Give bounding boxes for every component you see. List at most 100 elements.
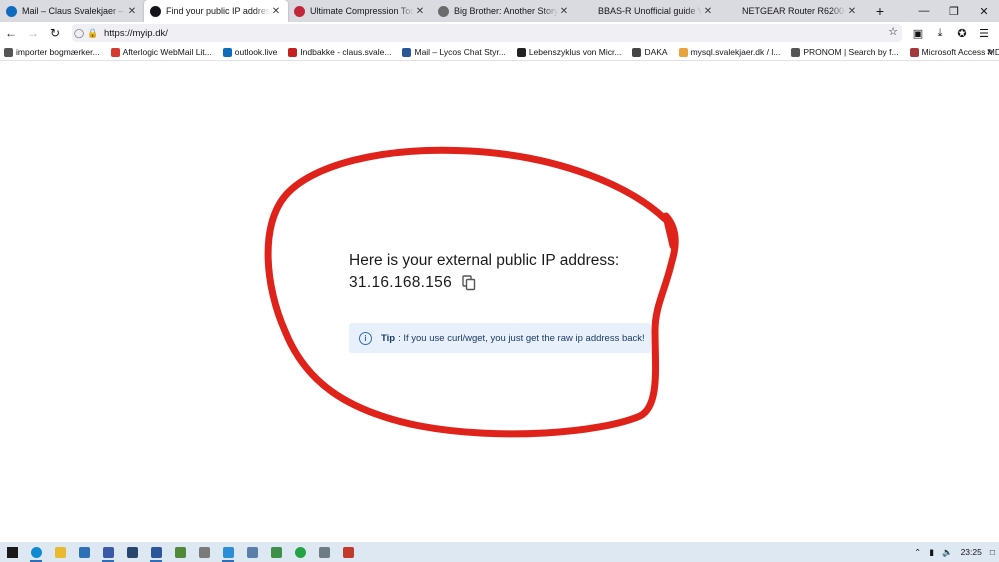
bookmark-label: PRONOM | Search by f... <box>803 47 899 57</box>
shield-icon[interactable]: ◯ <box>72 28 86 39</box>
lock-icon[interactable]: 🔒 <box>86 28 100 39</box>
tab-title: Mail – Claus Svalekjaer – Outlo <box>22 6 126 16</box>
tab-strip: Mail – Claus Svalekjaer – Outlo✕Find you… <box>0 0 999 22</box>
bookmark-item[interactable]: mysql.svalekjaer.dk / l... <box>678 47 781 57</box>
tab-5[interactable]: BBAS-R Unofficial guide V0.05R (E✕ <box>576 0 720 22</box>
tab-title: Ultimate Compression Toolkit <box>310 6 414 16</box>
pocket-icon[interactable]: ▣ <box>907 22 929 44</box>
menu-icon[interactable]: ☰ <box>973 22 995 44</box>
tab-6[interactable]: NETGEAR Router R6200 ✕ <box>720 0 864 22</box>
bookmark-favicon-icon <box>678 47 688 57</box>
bookmark-label: Lebenszyklus von Micr... <box>528 47 622 57</box>
tab-4[interactable]: Big Brother: Another Story Ret✕ <box>432 0 576 22</box>
file-explorer-icon[interactable] <box>48 542 72 562</box>
bookmark-favicon-icon <box>4 47 13 57</box>
circle-icon <box>294 5 305 17</box>
app-icon-5[interactable] <box>96 542 120 562</box>
close-window-icon[interactable]: ✕ <box>969 0 999 22</box>
app-icon-12[interactable] <box>264 542 288 562</box>
chevron-up-icon[interactable]: ⌃ <box>914 547 921 558</box>
bookmark-item[interactable]: Indbakke - claus.svale... <box>288 47 391 57</box>
ip-address: 31.16.168.156 <box>349 274 453 291</box>
bookmark-item[interactable]: PRONOM | Search by f... <box>791 47 899 57</box>
whatsapp-icon[interactable] <box>288 542 312 562</box>
tab-title: Big Brother: Another Story Ret <box>454 6 558 16</box>
close-tab-icon[interactable]: ✕ <box>702 6 714 17</box>
window-controls: — ❐ ✕ <box>909 0 999 22</box>
copy-icon[interactable] <box>462 275 476 291</box>
app-icon-10[interactable] <box>216 542 240 562</box>
bookmark-favicon-icon <box>791 47 801 57</box>
bb-icon <box>438 5 449 17</box>
url-text[interactable]: https://myip.dk/ <box>104 28 168 39</box>
myip-icon <box>150 5 161 17</box>
tip-box: i Tip : If you use curl/wget, you just g… <box>349 323 651 353</box>
tab-1[interactable]: Mail – Claus Svalekjaer – Outlo✕ <box>0 0 144 22</box>
bookmark-item[interactable]: Afterlogic WebMail Lit... <box>110 47 212 57</box>
bookmark-label: Mail – Lycos Chat Styr... <box>414 47 506 57</box>
page-content: Here is your external public IP address:… <box>0 61 999 542</box>
bookmark-favicon-icon <box>632 47 642 57</box>
tab-title: BBAS-R Unofficial guide V0.05R (E <box>598 6 702 16</box>
extensions-icon[interactable]: ✪ <box>951 22 973 44</box>
volume-icon[interactable]: 🔈 <box>942 547 953 558</box>
app-icon-9[interactable] <box>192 542 216 562</box>
outlook-icon <box>6 5 17 17</box>
tab-2[interactable]: Find your public IP address - IP✕ <box>144 0 288 22</box>
bookmark-favicon-icon <box>909 47 919 57</box>
close-tab-icon[interactable]: ✕ <box>270 6 282 17</box>
close-tab-icon[interactable]: ✕ <box>126 6 138 17</box>
bookmark-label: mysql.svalekjaer.dk / l... <box>690 47 781 57</box>
app-icon-8[interactable] <box>168 542 192 562</box>
chevron-right-icon[interactable]: » <box>987 46 993 58</box>
app-icon-4[interactable] <box>72 542 96 562</box>
new-tab-button[interactable]: + <box>868 0 892 22</box>
bookmark-item[interactable]: Microsoft Access MDB... <box>909 47 999 57</box>
downloads-icon[interactable]: ⤓ <box>929 22 951 44</box>
ip-row: 31.16.168.156 <box>349 274 476 292</box>
bookmark-label: Indbakke - claus.svale... <box>300 47 392 57</box>
navigation-bar: ← → ↻ ◯ 🔒 https://myip.dk/ ☆ ▣ ⤓ ✪ ☰ <box>0 22 999 44</box>
bookmark-item[interactable]: outlook.live <box>222 47 278 57</box>
bookmark-label: importer bogmærker... <box>16 47 100 57</box>
bookmark-favicon-icon <box>110 47 120 57</box>
close-tab-icon[interactable]: ✕ <box>414 6 426 17</box>
app-icon-14[interactable] <box>312 542 336 562</box>
notifications-icon[interactable]: □ <box>990 547 995 557</box>
tip-text: : If you use curl/wget, you just get the… <box>398 332 645 344</box>
blank-icon <box>582 5 593 17</box>
close-tab-icon[interactable]: ✕ <box>558 6 570 17</box>
bookmark-star-icon[interactable]: ☆ <box>888 25 898 38</box>
app-icon-11[interactable] <box>240 542 264 562</box>
restore-icon[interactable]: ❐ <box>939 0 969 22</box>
bookmark-label: DAKA <box>644 47 668 57</box>
bookmark-item[interactable]: Lebenszyklus von Micr... <box>516 47 622 57</box>
start-icon[interactable] <box>0 542 24 562</box>
address-bar[interactable]: ◯ 🔒 https://myip.dk/ ☆ <box>72 24 902 42</box>
tab-3[interactable]: Ultimate Compression Toolkit✕ <box>288 0 432 22</box>
app-icon-7[interactable] <box>144 542 168 562</box>
tab-title: Find your public IP address - IP <box>166 6 270 16</box>
reload-icon[interactable]: ↻ <box>44 22 66 44</box>
bookmarks-toolbar: importer bogmærker... Afterlogic WebMail … <box>0 44 999 61</box>
battery-icon[interactable]: ▮ <box>929 547 934 558</box>
bookmark-item[interactable]: importer bogmærker... <box>4 47 100 57</box>
forward-icon[interactable]: → <box>22 22 44 44</box>
tab-title: NETGEAR Router R6200 <box>742 6 845 16</box>
tip-label: Tip <box>381 332 396 344</box>
bookmark-item[interactable]: Mail – Lycos Chat Styr... <box>402 47 506 57</box>
bookmark-favicon-icon <box>516 47 526 57</box>
close-tab-icon[interactable]: ✕ <box>846 6 858 17</box>
system-tray: ⌃ ▮ 🔈 23:25 □ <box>910 542 999 562</box>
red-circle-annotation <box>264 146 679 438</box>
minimize-icon[interactable]: — <box>909 0 939 22</box>
back-icon[interactable]: ← <box>0 22 22 44</box>
app-icon-15[interactable] <box>336 542 360 562</box>
edge-icon[interactable] <box>24 542 48 562</box>
info-icon: i <box>359 331 372 345</box>
bookmark-label: outlook.live <box>234 47 278 57</box>
app-icon-6[interactable] <box>120 542 144 562</box>
bookmark-favicon-icon <box>288 47 298 57</box>
bookmark-item[interactable]: DAKA <box>632 47 668 57</box>
clock[interactable]: 23:25 <box>961 547 982 557</box>
